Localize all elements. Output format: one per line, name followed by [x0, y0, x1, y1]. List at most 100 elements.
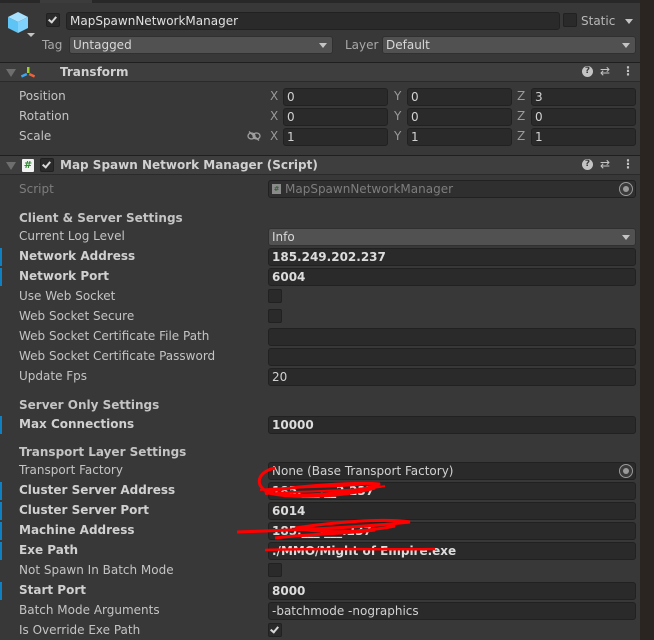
cluster-server-address-input[interactable]: 185.___.__2.237 [268, 482, 636, 500]
override-indicator [0, 502, 2, 520]
cluster-server-address-label: Cluster Server Address [19, 483, 176, 497]
max-connections-label: Max Connections [19, 417, 135, 431]
cert-password-label: Web Socket Certificate Password [19, 349, 216, 363]
object-picker-icon[interactable] [619, 464, 633, 478]
transport-factory-value: None (Base Transport Factory) [272, 464, 454, 478]
transport-factory-object-field[interactable]: None (Base Transport Factory) [268, 462, 636, 480]
object-picker-icon[interactable] [619, 182, 633, 196]
scale-x-input[interactable]: 1 [283, 128, 388, 146]
cluster-server-port-input[interactable]: 6014 [268, 502, 636, 520]
gameobject-cube-icon[interactable] [6, 10, 30, 34]
exe-path-input[interactable]: ./MMO/Might of Empire.exe [268, 542, 636, 560]
tag-value: Untagged [73, 38, 132, 52]
static-label: Static [581, 14, 616, 28]
server-only-settings-header: Server Only Settings [19, 398, 160, 412]
update-fps-input[interactable]: 20 [268, 368, 636, 386]
help-icon[interactable]: ? [582, 159, 593, 170]
rotation-y-input[interactable]: 0 [407, 108, 512, 126]
checkmark-icon [270, 624, 279, 634]
log-level-dropdown[interactable]: Info [268, 228, 636, 246]
position-label: Position [19, 89, 66, 103]
scale-y-input[interactable]: 1 [407, 128, 512, 146]
network-port-input[interactable]: 6004 [268, 268, 636, 286]
cluster-server-port-label: Cluster Server Port [19, 503, 150, 517]
position-z-input[interactable]: 3 [531, 88, 636, 106]
cert-password-input[interactable] [268, 348, 636, 366]
axis-x-label[interactable]: X [270, 128, 278, 144]
axis-z-label[interactable]: Z [517, 88, 525, 104]
axis-x-label[interactable]: X [270, 88, 278, 104]
override-indicator [0, 522, 2, 540]
inspector-panel: MapSpawnNetworkManager Static Tag Untagg… [0, 0, 640, 640]
script-label: Script [19, 182, 54, 196]
scale-label: Scale [19, 129, 52, 143]
foldout-arrow-icon[interactable] [6, 162, 16, 170]
override-indicator [0, 582, 2, 600]
max-connections-input[interactable]: 10000 [268, 416, 636, 434]
position-y-input[interactable]: 0 [407, 88, 512, 106]
position-x-input[interactable]: 0 [283, 88, 388, 106]
static-checkbox[interactable] [563, 13, 577, 27]
gameobject-name-input[interactable]: MapSpawnNetworkManager [66, 12, 560, 30]
transport-layer-settings-header: Transport Layer Settings [19, 445, 187, 459]
client-server-settings-header: Client & Server Settings [19, 211, 183, 225]
axis-y-label[interactable]: Y [394, 108, 401, 124]
network-port-label: Network Port [19, 269, 110, 283]
rotation-label: Rotation [19, 109, 70, 123]
presets-icon[interactable]: ⇄ [600, 65, 610, 77]
axis-z-label[interactable]: Z [517, 128, 525, 144]
override-indicator [0, 482, 2, 500]
chevron-down-icon [319, 43, 327, 48]
not-spawn-in-batch-mode-checkbox[interactable] [268, 563, 282, 577]
constrain-proportions-icon[interactable] [247, 131, 261, 141]
tag-label: Tag [42, 38, 63, 52]
foldout-arrow-icon[interactable] [6, 69, 16, 77]
script-object-field[interactable]: # MapSpawnNetworkManager [268, 180, 636, 198]
start-port-label: Start Port [19, 583, 87, 597]
scale-z-input[interactable]: 1 [531, 128, 636, 146]
tag-dropdown[interactable]: Untagged [69, 36, 333, 54]
script-component-header[interactable]: # Map Spawn Network Manager (Script) ? ⇄… [0, 155, 640, 175]
rotation-x-input[interactable]: 0 [283, 108, 388, 126]
gameobject-active-toggle[interactable] [46, 13, 60, 27]
transform-icon [20, 67, 36, 78]
machine-address-input[interactable]: 185.___.___.237 [268, 522, 636, 540]
presets-icon[interactable]: ⇄ [600, 158, 610, 170]
log-level-value: Info [272, 230, 295, 244]
log-level-label: Current Log Level [19, 229, 125, 243]
script-value: MapSpawnNetworkManager [285, 182, 454, 196]
start-port-input[interactable]: 8000 [268, 582, 636, 600]
axis-y-label[interactable]: Y [394, 88, 401, 104]
transform-header[interactable]: Transform ? ⇄ ⋮ [0, 62, 640, 82]
layer-dropdown[interactable]: Default [382, 36, 636, 54]
use-web-socket-checkbox[interactable] [268, 289, 282, 303]
menu-icon[interactable]: ⋮ [622, 65, 634, 77]
axis-y-label[interactable]: Y [394, 128, 401, 144]
inspector-tab[interactable] [40, 0, 92, 3]
checkmark-icon [42, 159, 51, 169]
csharp-script-icon: # [272, 184, 281, 194]
menu-icon[interactable]: ⋮ [622, 158, 634, 170]
web-socket-secure-checkbox[interactable] [268, 309, 282, 323]
window-edge [640, 0, 654, 640]
chevron-down-icon [622, 235, 630, 240]
override-indicator [0, 248, 2, 266]
machine-address-label: Machine Address [19, 523, 135, 537]
batch-mode-arguments-label: Batch Mode Arguments [19, 603, 160, 617]
network-address-input[interactable]: 185.249.202.237 [268, 248, 636, 266]
override-indicator [0, 542, 2, 560]
rotation-z-input[interactable]: 0 [531, 108, 636, 126]
static-dropdown-arrow[interactable] [625, 19, 633, 24]
layer-value: Default [386, 38, 430, 52]
batch-mode-arguments-input[interactable]: -batchmode -nographics [268, 602, 636, 620]
is-override-exe-path-checkbox[interactable] [268, 623, 282, 637]
help-icon[interactable]: ? [582, 66, 593, 77]
cert-file-path-input[interactable] [268, 328, 636, 346]
not-spawn-in-batch-mode-label: Not Spawn In Batch Mode [19, 563, 174, 577]
component-enabled-toggle[interactable] [40, 158, 54, 172]
axis-x-label[interactable]: X [270, 108, 278, 124]
exe-path-label: Exe Path [19, 543, 79, 557]
icon-dropdown-arrow[interactable] [27, 33, 35, 37]
layer-label: Layer [345, 38, 379, 52]
axis-z-label[interactable]: Z [517, 108, 525, 124]
